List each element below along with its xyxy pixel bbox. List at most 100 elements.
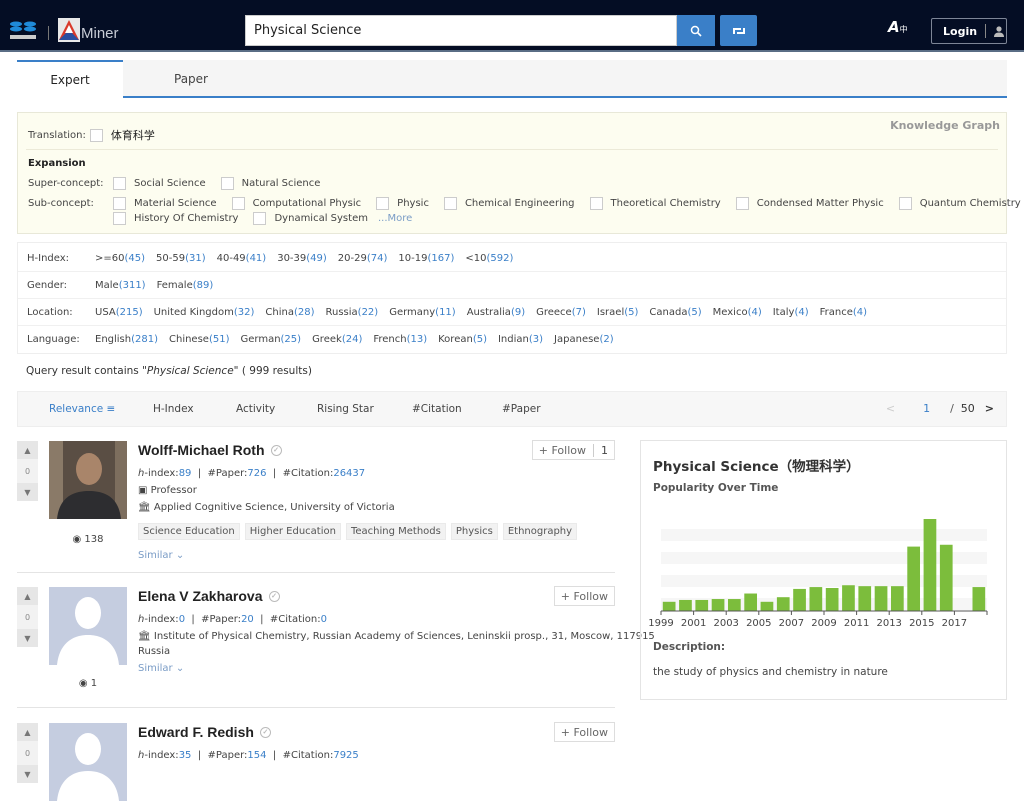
filter-option[interactable]: Israel(5)	[597, 307, 639, 318]
similar-toggle[interactable]: Similar ⌄	[138, 663, 184, 674]
switch-search-button[interactable]	[720, 15, 757, 46]
filter-option[interactable]: Indian(3)	[498, 334, 543, 345]
filter-option[interactable]: Canada(5)	[649, 307, 701, 318]
follow-button[interactable]: + Follow 1	[531, 440, 615, 460]
filter-option[interactable]: English(281)	[95, 334, 158, 345]
bar-2000[interactable]	[679, 599, 692, 611]
bar-2013[interactable]	[890, 586, 904, 611]
filter-option[interactable]: Japanese(2)	[554, 334, 614, 345]
bar-2005[interactable]	[760, 601, 774, 611]
bar-2009[interactable]	[825, 588, 839, 611]
expert-name[interactable]: Edward F. Redish ✓	[138, 724, 271, 740]
filter-option[interactable]: 10-19(167)	[398, 253, 454, 264]
filter-option[interactable]: Male(311)	[95, 280, 146, 291]
follow-button[interactable]: + Follow	[553, 722, 615, 742]
filter-option[interactable]: Mexico(4)	[713, 307, 762, 318]
upvote-button[interactable]: ▲	[17, 723, 38, 741]
next-page-button[interactable]: >	[985, 402, 994, 415]
checkbox-history-of-chemistry[interactable]	[113, 212, 126, 225]
sort-hindex[interactable]: H-Index	[153, 403, 194, 415]
concept-physic[interactable]: Physic	[397, 198, 429, 209]
concept-chemical-engineering[interactable]: Chemical Engineering	[465, 198, 575, 209]
checkbox-computational-physic[interactable]	[231, 197, 245, 210]
tag[interactable]: Physics	[450, 523, 498, 540]
sort-rising-star[interactable]: Rising Star	[317, 403, 374, 415]
knowledge-graph-link[interactable]: Knowledge Graph	[890, 119, 1000, 132]
upvote-button[interactable]: ▲	[17, 587, 38, 605]
filter-option[interactable]: 40-49(41)	[217, 253, 267, 264]
concept-quantum-chemistry[interactable]: Quantum Chemistry	[920, 198, 1021, 209]
concept-condensed-matter-physic[interactable]: Condensed Matter Physic	[757, 198, 884, 209]
sort-activity[interactable]: Activity	[236, 403, 275, 415]
search-input[interactable]: Physical Science	[245, 15, 677, 46]
concept-history-of-chemistry[interactable]: History Of Chemistry	[134, 213, 238, 224]
filter-option[interactable]: United Kingdom(32)	[154, 307, 255, 318]
upvote-button[interactable]: ▲	[17, 441, 38, 459]
checkbox-dynamical-system[interactable]	[253, 212, 267, 225]
aminer-logo[interactable]: Miner	[58, 18, 119, 42]
checkbox-chemical-engineering[interactable]	[443, 197, 457, 210]
filter-option[interactable]: 30-39(49)	[277, 253, 327, 264]
filter-option[interactable]: Female(89)	[157, 280, 214, 291]
similar-toggle[interactable]: Similar ⌄	[138, 550, 184, 561]
expert-name[interactable]: Elena V Zakharova ✓	[138, 588, 280, 604]
checkbox-social-science[interactable]	[113, 177, 126, 190]
filter-option[interactable]: France(4)	[820, 307, 867, 318]
default-avatar-icon[interactable]	[49, 587, 127, 665]
concept-natural-science[interactable]: Natural Science	[242, 178, 321, 189]
downvote-button[interactable]: ▼	[17, 483, 38, 501]
checkbox-physic[interactable]	[376, 197, 390, 210]
filter-option[interactable]: >=60(45)	[95, 253, 145, 264]
filter-option[interactable]: <10(592)	[465, 253, 513, 264]
bar-2016[interactable]	[939, 544, 953, 611]
bar-2001[interactable]	[695, 599, 709, 611]
tag[interactable]: Science Education	[138, 523, 240, 540]
bar-2010[interactable]	[842, 585, 855, 611]
expert-name[interactable]: Wolff-Michael Roth ✓	[138, 442, 282, 458]
checkbox-natural-science[interactable]	[220, 177, 234, 190]
concept-theoretical-chemistry[interactable]: Theoretical Chemistry	[611, 198, 721, 209]
filter-option[interactable]: China(28)	[265, 307, 314, 318]
filter-option[interactable]: 50-59(31)	[156, 253, 206, 264]
filter-option[interactable]: Italy(4)	[773, 307, 809, 318]
follow-button[interactable]: + Follow	[553, 586, 615, 606]
bar-1999[interactable]	[662, 601, 676, 611]
bar-2003[interactable]	[727, 599, 741, 611]
sort-relevance[interactable]: Relevance ≡	[49, 403, 115, 415]
bar-2004[interactable]	[744, 593, 758, 611]
filter-option[interactable]: Korean(5)	[438, 334, 487, 345]
search-button[interactable]	[677, 15, 715, 46]
bar-2015[interactable]	[923, 519, 937, 611]
acemap-logo-icon[interactable]	[8, 20, 38, 42]
checkbox-quantum-chemistry[interactable]	[898, 197, 912, 210]
default-avatar-icon[interactable]	[49, 723, 127, 801]
bar-2007[interactable]	[793, 588, 806, 611]
filter-option[interactable]: Germany(11)	[389, 307, 456, 318]
filter-option[interactable]: French(13)	[373, 334, 427, 345]
filter-option[interactable]: 20-29(74)	[338, 253, 388, 264]
filter-option[interactable]: Australia(9)	[467, 307, 525, 318]
concept-computational-physic[interactable]: Computational Physic	[253, 198, 362, 209]
bar-2002[interactable]	[711, 599, 725, 611]
bar-2006[interactable]	[776, 597, 790, 611]
prev-page-button[interactable]: <	[886, 402, 895, 415]
concept-social-science[interactable]: Social Science	[134, 178, 206, 189]
tag[interactable]: Ethnography	[502, 523, 578, 540]
sort-citation[interactable]: #Citation	[412, 403, 462, 415]
bar-2014[interactable]	[907, 546, 921, 611]
bar-2008[interactable]	[809, 587, 823, 611]
bar-2012[interactable]	[874, 586, 888, 611]
translate-icon[interactable]: A中	[888, 18, 908, 36]
filter-option[interactable]: Greece(7)	[536, 307, 586, 318]
filter-option[interactable]: Greek(24)	[312, 334, 362, 345]
filter-option[interactable]: USA(215)	[95, 307, 143, 318]
checkbox-material-science[interactable]	[113, 197, 126, 210]
login-button[interactable]: Login	[931, 18, 1007, 44]
more-concepts-link[interactable]: ...More	[378, 213, 412, 224]
tag[interactable]: Teaching Methods	[345, 523, 446, 540]
current-page[interactable]: 1	[923, 402, 930, 415]
filter-option[interactable]: Russia(22)	[326, 307, 379, 318]
tag[interactable]: Higher Education	[244, 523, 341, 540]
downvote-button[interactable]: ▼	[17, 629, 38, 647]
filter-option[interactable]: Chinese(51)	[169, 334, 229, 345]
